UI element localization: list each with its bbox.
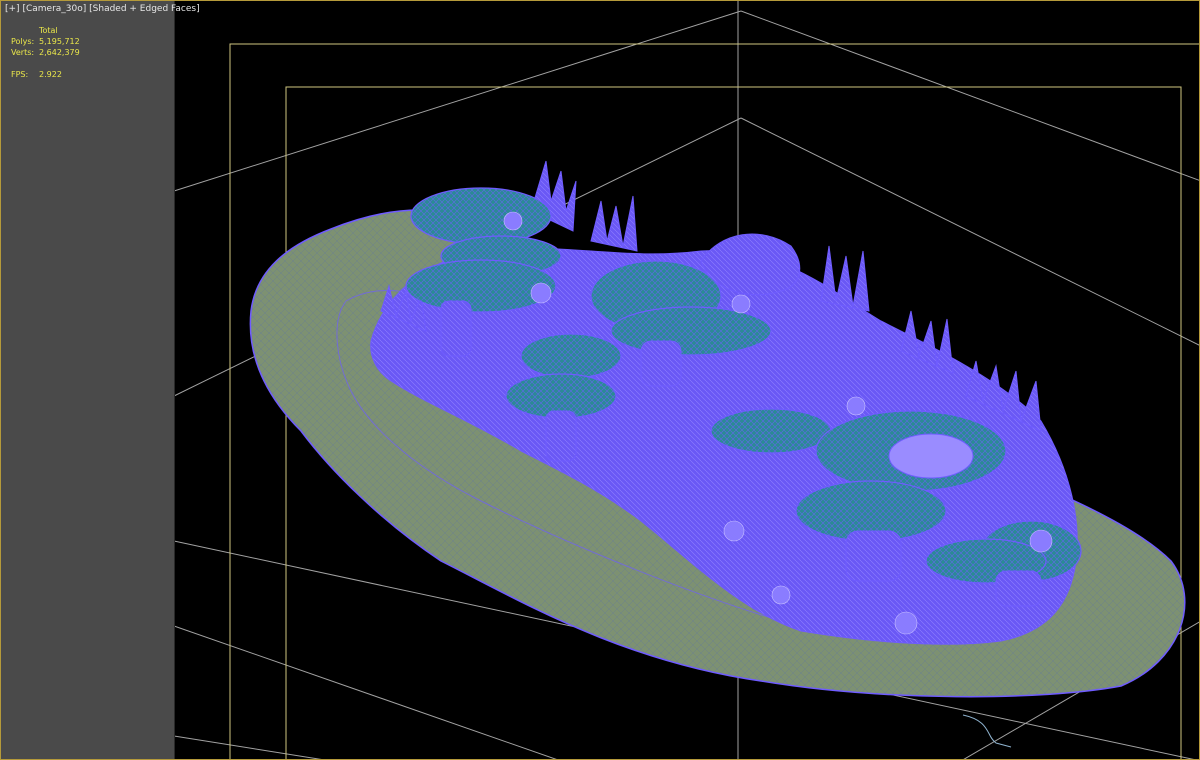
viewport-shading-menu[interactable]: [Shaded + Edged Faces] [89,4,199,14]
verts-value: 2,642,379 [39,48,80,57]
scene-statistics: Total Polys: 5,195,712 Verts: 2,642,379 … [11,25,80,80]
viewport-label: [+] [Camera_30o] [Shaded + Edged Faces] [5,4,200,14]
camera-viewport[interactable]: [+] [Camera_30o] [Shaded + Edged Faces] … [0,0,1200,760]
viewport-menu-plus[interactable]: [+] [5,4,20,14]
stats-header: Total [39,26,58,35]
polys-value: 5,195,712 [39,37,80,46]
verts-label: Verts: [11,48,35,57]
polys-label: Polys: [11,37,35,46]
highlight-blob [888,433,974,479]
stats-verts-row: Verts: 2,642,379 [11,47,80,58]
fps-value: 2.922 [39,70,62,79]
stray-wire [962,714,1012,748]
command-panel: [+] [Camera_30o] [Shaded + Edged Faces] … [1,1,200,759]
stats-polys-row: Polys: 5,195,712 [11,36,80,47]
fps-label: FPS: [11,70,29,79]
viewport-scene[interactable] [1,1,1200,760]
viewport-camera-menu[interactable]: [Camera_30o] [22,4,86,14]
stats-fps-row: FPS: 2.922 [11,69,80,80]
